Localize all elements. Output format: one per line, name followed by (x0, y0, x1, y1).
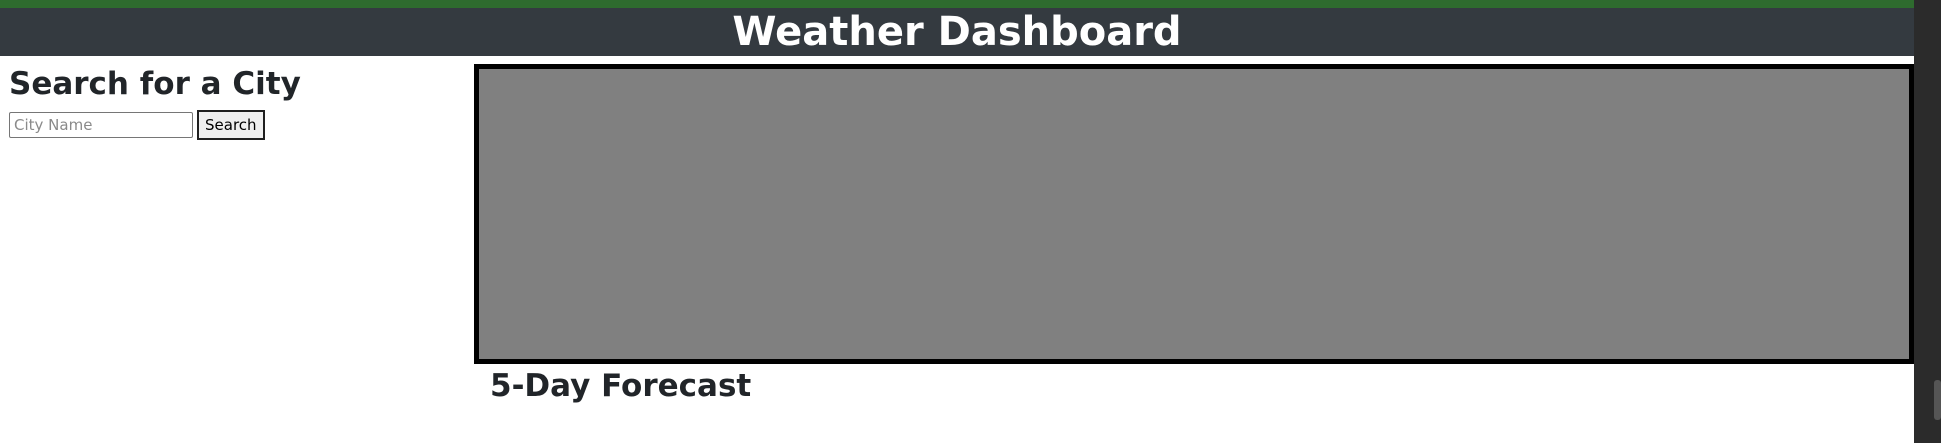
top-accent-strip (0, 0, 1914, 8)
scrollbar-thumb[interactable] (1934, 380, 1941, 420)
page: Weather Dashboard Search for a City Sear… (0, 0, 1941, 443)
page-header: Weather Dashboard (0, 8, 1914, 56)
search-sidebar: Search for a City Search (9, 62, 449, 140)
current-weather-panel (474, 64, 1914, 364)
search-heading: Search for a City (9, 66, 301, 102)
forecast-heading: 5-Day Forecast (490, 368, 752, 404)
city-name-input[interactable] (9, 112, 193, 138)
page-title: Weather Dashboard (732, 9, 1182, 55)
window-edge-strip (1914, 0, 1941, 443)
search-row: Search (9, 110, 449, 140)
search-button[interactable]: Search (197, 110, 265, 140)
